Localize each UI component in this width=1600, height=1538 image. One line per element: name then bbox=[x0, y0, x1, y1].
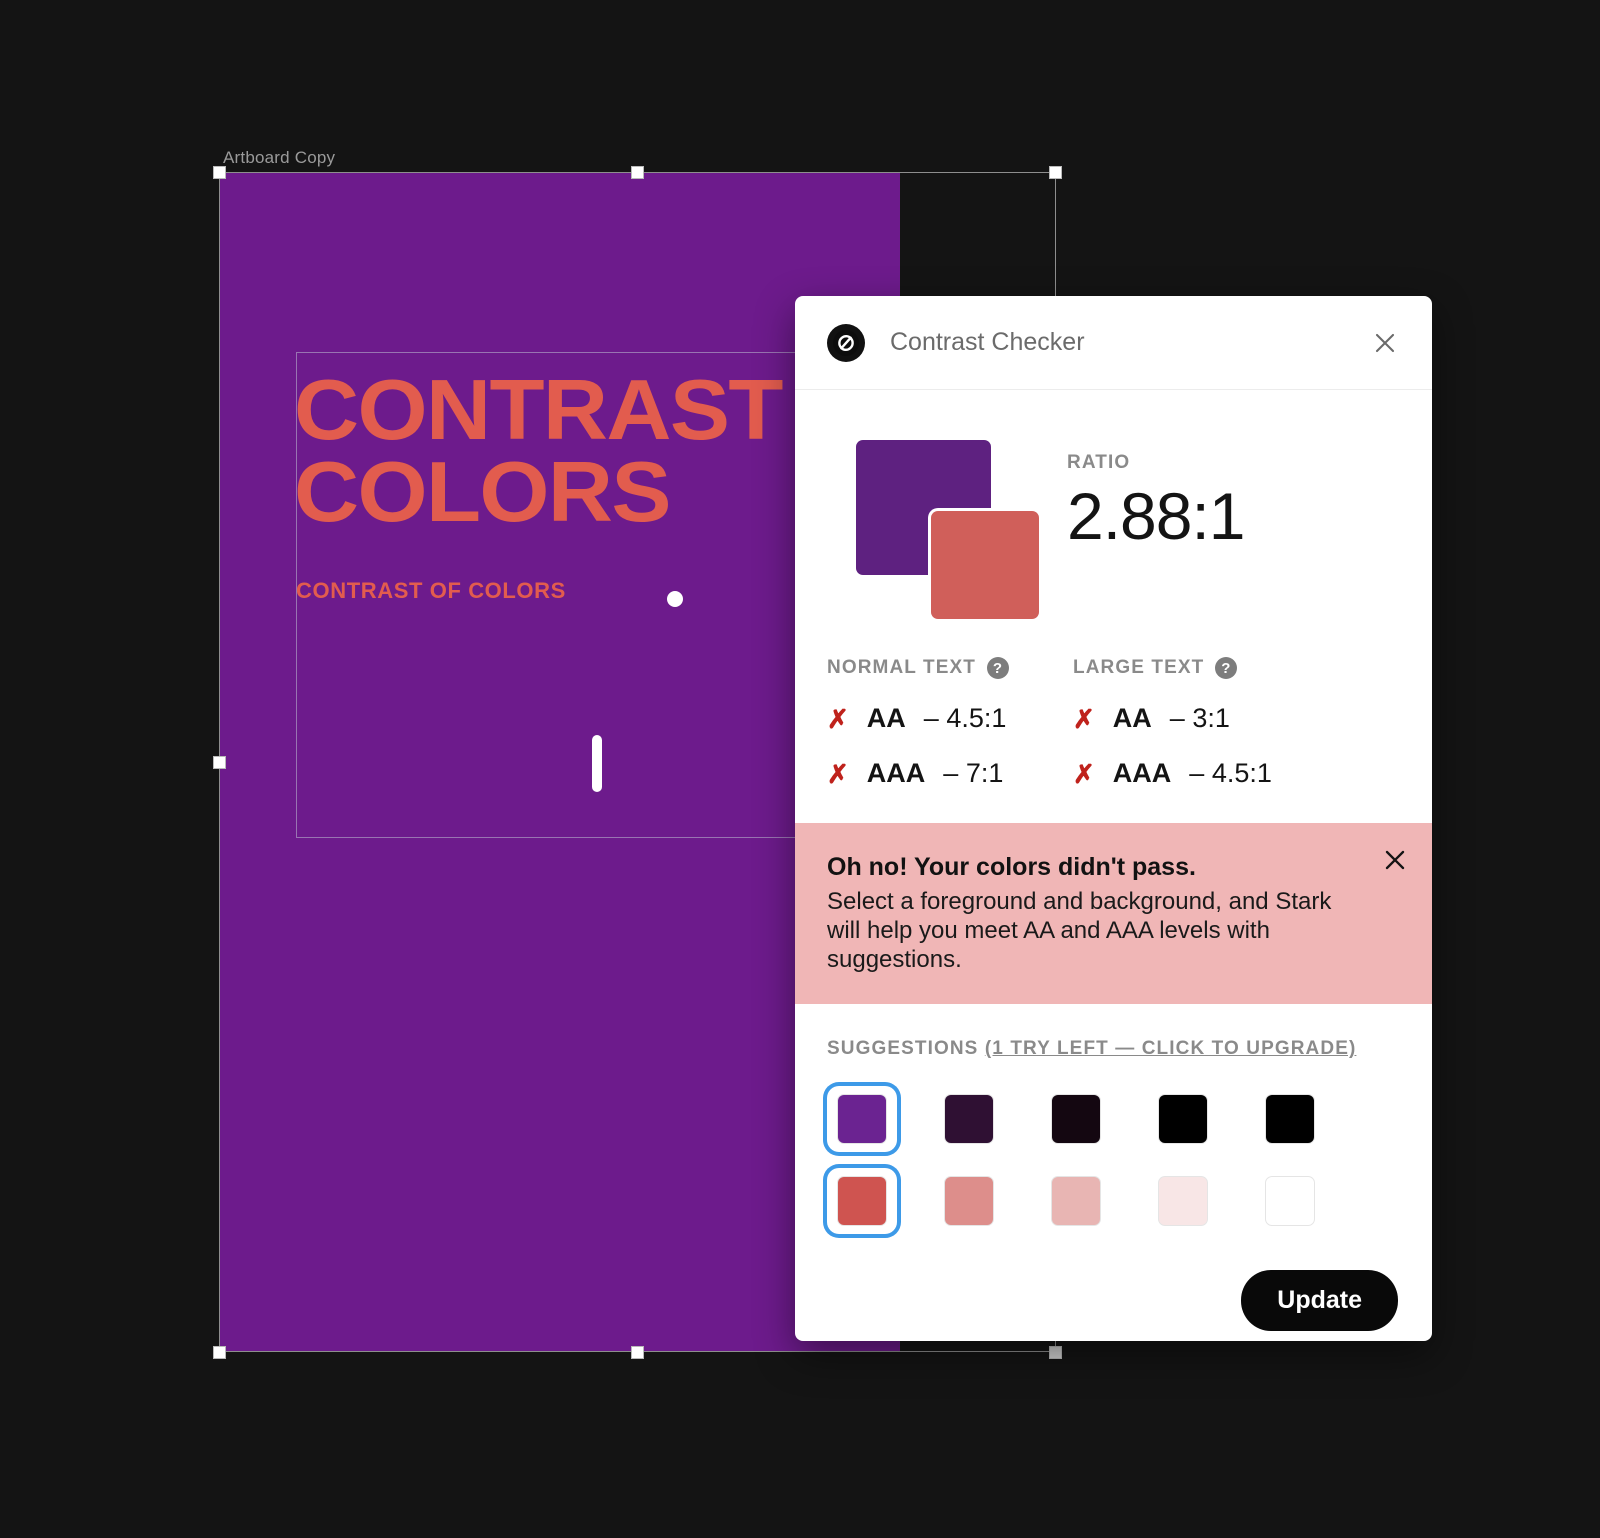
question-mark-icon[interactable]: ? bbox=[986, 657, 1009, 679]
compliance-levels: NORMAL TEXT ? ✗ AA – 4.5:1 ✗ AAA – 7:1 L… bbox=[795, 635, 1432, 789]
suggestions-section: SUGGESTIONS (1 TRY LEFT — CLICK TO UPGRA… bbox=[795, 1004, 1432, 1235]
panel-header: Contrast Checker bbox=[795, 296, 1432, 390]
suggestion-swatch[interactable] bbox=[1041, 1168, 1111, 1234]
swatch-chip bbox=[1159, 1095, 1207, 1144]
suggestions-label: SUGGESTIONS bbox=[827, 1038, 979, 1060]
selection-handle-bottom-right[interactable] bbox=[1049, 1346, 1062, 1359]
large-text-heading: LARGE TEXT ? bbox=[1073, 657, 1319, 679]
stark-logo-icon bbox=[827, 323, 865, 362]
level-row: ✗ AAA – 7:1 bbox=[827, 758, 1073, 789]
contrast-checker-panel: Contrast Checker RATIO 2.88:1 NORMAL TEX… bbox=[795, 296, 1432, 1341]
level-grade: AAA bbox=[866, 758, 926, 788]
normal-text-heading: NORMAL TEXT ? bbox=[827, 657, 1073, 679]
update-button[interactable]: Update bbox=[1241, 1270, 1398, 1332]
swatch-chip bbox=[1266, 1177, 1314, 1226]
swatch-chip bbox=[1052, 1095, 1100, 1144]
x-icon: ✗ bbox=[1073, 758, 1095, 789]
level-ratio: – 4.5:1 bbox=[1189, 758, 1272, 788]
normal-text-column: NORMAL TEXT ? ✗ AA – 4.5:1 ✗ AAA – 7:1 bbox=[827, 657, 1073, 789]
screen: Artboard Copy CONTRAST COLORS CONTRAST O… bbox=[0, 0, 1600, 1538]
selection-handle-top-left[interactable] bbox=[213, 166, 226, 179]
ratio-value: 2.88:1 bbox=[1067, 479, 1245, 553]
suggestion-swatch[interactable] bbox=[934, 1086, 1004, 1152]
ratio-section: RATIO 2.88:1 bbox=[795, 390, 1432, 635]
swatch-chip bbox=[1052, 1177, 1100, 1226]
selection-handle-bottom-left[interactable] bbox=[213, 1346, 226, 1359]
suggestion-swatch[interactable] bbox=[1255, 1086, 1325, 1152]
suggestion-swatch[interactable] bbox=[1148, 1168, 1218, 1234]
background-swatch-row bbox=[827, 1086, 1400, 1153]
alert-title: Oh no! Your colors didn't pass. bbox=[827, 853, 1196, 881]
selection-handle-middle-left[interactable] bbox=[213, 756, 226, 769]
question-mark-icon[interactable]: ? bbox=[1215, 657, 1238, 679]
suggestion-swatch[interactable] bbox=[827, 1168, 897, 1235]
suggestion-swatch[interactable] bbox=[1041, 1086, 1111, 1152]
selection-handle-top-right[interactable] bbox=[1049, 166, 1062, 179]
suggestions-heading: SUGGESTIONS (1 TRY LEFT — CLICK TO UPGRA… bbox=[827, 1038, 1400, 1060]
close-icon[interactable] bbox=[1368, 326, 1402, 360]
level-grade: AA bbox=[866, 703, 906, 733]
level-ratio: – 7:1 bbox=[943, 758, 1004, 788]
close-icon[interactable] bbox=[1380, 845, 1410, 875]
swatch-chip bbox=[945, 1095, 993, 1144]
panel-footer: Update bbox=[795, 1234, 1432, 1332]
ratio-label: RATIO bbox=[1067, 452, 1131, 473]
artboard-label: Artboard Copy bbox=[223, 148, 336, 167]
selection-handle-bottom-middle[interactable] bbox=[631, 1346, 644, 1359]
text-cursor-bar bbox=[592, 735, 602, 792]
upgrade-link[interactable]: (1 TRY LEFT — CLICK TO UPGRADE) bbox=[985, 1038, 1357, 1059]
swatch-chip bbox=[1159, 1177, 1207, 1226]
level-ratio: – 3:1 bbox=[1169, 703, 1230, 733]
foreground-swatch-row bbox=[827, 1168, 1400, 1235]
panel-title: Contrast Checker bbox=[890, 328, 1085, 356]
suggestion-swatch[interactable] bbox=[1255, 1168, 1325, 1234]
swatch-chip bbox=[838, 1177, 886, 1226]
normal-text-label: NORMAL TEXT bbox=[827, 657, 976, 678]
cursor-dot bbox=[667, 591, 683, 607]
level-grade: AA bbox=[1112, 703, 1152, 733]
level-row: ✗ AA – 3:1 bbox=[1073, 703, 1319, 734]
suggestion-swatch[interactable] bbox=[934, 1168, 1004, 1234]
x-icon: ✗ bbox=[1073, 703, 1095, 734]
level-grade: AAA bbox=[1112, 758, 1172, 788]
ratio-block: RATIO 2.88:1 bbox=[1067, 430, 1245, 635]
swatch-chip bbox=[1266, 1095, 1314, 1144]
large-text-label: LARGE TEXT bbox=[1073, 657, 1205, 678]
x-icon: ✗ bbox=[827, 703, 849, 734]
level-row: ✗ AA – 4.5:1 bbox=[827, 703, 1073, 734]
color-pair-preview bbox=[827, 430, 1067, 635]
level-row: ✗ AAA – 4.5:1 bbox=[1073, 758, 1319, 789]
x-icon: ✗ bbox=[827, 758, 849, 789]
alert-banner: Oh no! Your colors didn't pass. Select a… bbox=[795, 823, 1432, 1005]
alert-body: Select a foreground and background, and … bbox=[827, 888, 1332, 973]
suggestion-swatch[interactable] bbox=[827, 1086, 897, 1153]
selection-handle-top-middle[interactable] bbox=[631, 166, 644, 179]
large-text-column: LARGE TEXT ? ✗ AA – 3:1 ✗ AAA – 4.5:1 bbox=[1073, 657, 1319, 789]
artboard-subhead: CONTRAST OF COLORS bbox=[296, 578, 566, 603]
swatch-chip bbox=[945, 1177, 993, 1226]
suggestion-swatch[interactable] bbox=[1148, 1086, 1218, 1152]
foreground-color-swatch[interactable] bbox=[931, 511, 1039, 619]
level-ratio: – 4.5:1 bbox=[923, 703, 1007, 733]
swatch-chip bbox=[838, 1095, 886, 1144]
suggestion-swatch-grid bbox=[827, 1086, 1400, 1235]
